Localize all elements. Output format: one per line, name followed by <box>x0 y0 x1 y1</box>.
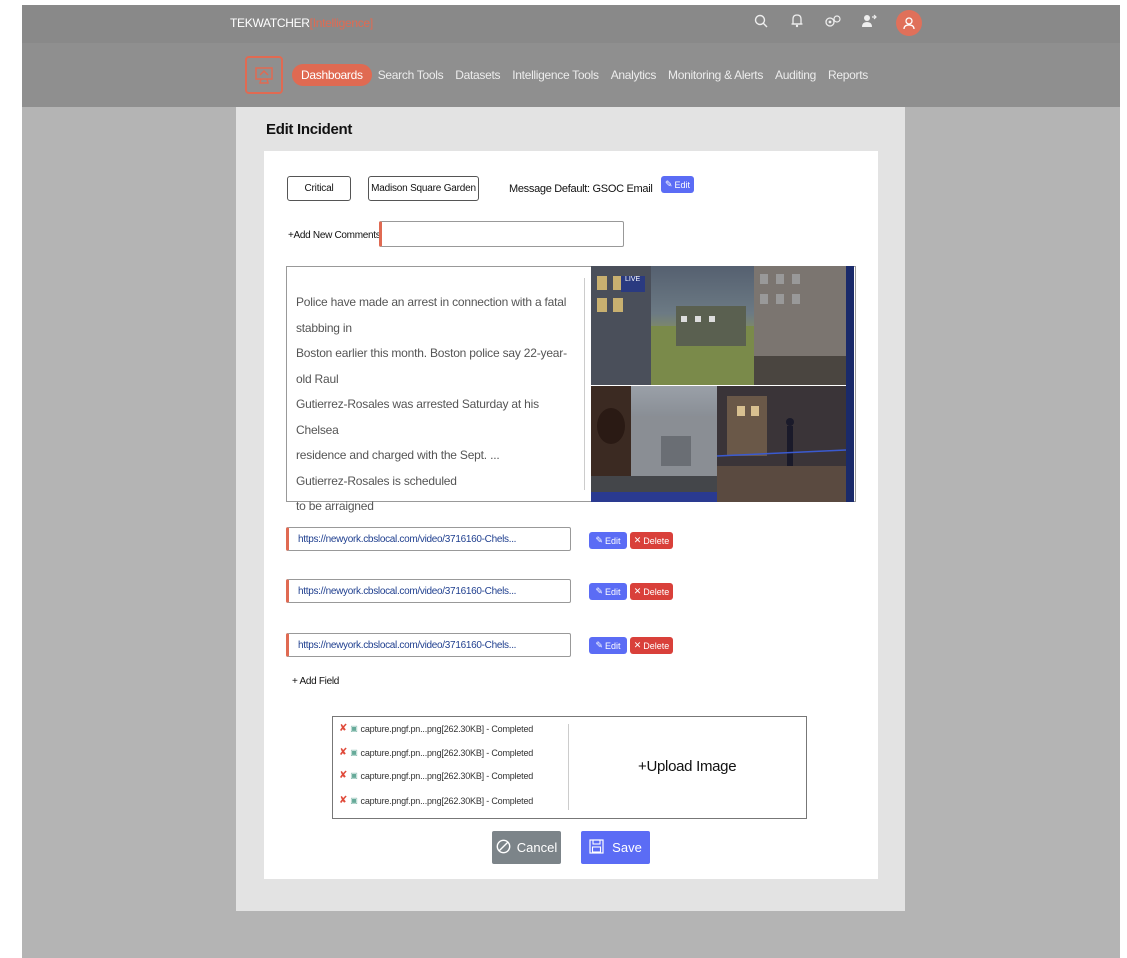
edit-label: Edit <box>605 640 621 651</box>
nav-intelligence-tools[interactable]: Intelligence Tools <box>506 65 604 85</box>
news-line: to be arraigned <box>296 499 374 513</box>
remove-file-icon[interactable]: ✘ <box>339 723 347 734</box>
link-delete-button-3[interactable]: ✕ Delete <box>630 637 673 654</box>
edit-label: Edit <box>605 586 621 597</box>
live-overlay: LIVE <box>625 276 641 283</box>
pencil-icon: ✎ <box>595 535 604 545</box>
news-line: Gutierrez-Rosales is scheduled <box>296 473 457 488</box>
image-file-icon: ▣ <box>350 771 358 780</box>
link-field-3[interactable]: https://newyork.cbslocal.com/video/37161… <box>286 633 571 657</box>
save-button[interactable]: Save <box>581 831 650 864</box>
user-avatar-icon[interactable] <box>896 10 922 36</box>
uploaded-file-row: ✘ ▣ capture.pngf.pn...png[262.30KB] - Comp… <box>339 747 533 758</box>
upload-divider <box>568 724 569 810</box>
news-thumbnail-suspect[interactable] <box>591 386 717 502</box>
news-line: residence and charged with the Sept. ... <box>296 448 500 462</box>
nav-dashboards[interactable]: Dashboards <box>292 64 372 86</box>
file-name: capture.pngf.pn...png[262.30KB] - Comple… <box>360 770 534 781</box>
add-field-link[interactable]: + Add Field <box>292 676 339 687</box>
nav-reports[interactable]: Reports <box>822 65 874 85</box>
nav-auditing[interactable]: Auditing <box>769 65 822 85</box>
uploaded-file-row: ✘ ▣ capture.pngf.pn...png[262.30KB] - Comp… <box>339 770 533 781</box>
add-field-label: Add Field <box>299 676 340 687</box>
link-edit-button-2[interactable]: ✎ Edit <box>589 583 627 600</box>
save-label: Save <box>612 840 642 855</box>
upload-image-button[interactable]: +Upload Image <box>638 758 737 775</box>
delete-label: Delete <box>643 586 670 597</box>
settings-icon[interactable] <box>824 14 842 33</box>
close-icon: ✕ <box>633 535 642 545</box>
close-icon: ✕ <box>633 640 642 650</box>
remove-file-icon[interactable]: ✘ <box>339 747 347 758</box>
news-summary-text: Police have made an arrest in connection… <box>296 290 581 520</box>
brand-name: TEKWATCHER <box>230 16 310 30</box>
news-thumbnail-street[interactable]: LIVE <box>591 266 754 385</box>
pencil-icon: ✎ <box>595 586 604 596</box>
bell-icon[interactable] <box>788 13 806 33</box>
link-delete-button-1[interactable]: ✕ Delete <box>630 532 673 549</box>
link-edit-button-1[interactable]: ✎ Edit <box>589 532 627 549</box>
add-comments-label: Add New Comments <box>293 230 381 241</box>
home-dashboard-icon[interactable] <box>245 56 283 94</box>
close-icon: ✕ <box>633 586 642 596</box>
link-field-2[interactable]: https://newyork.cbslocal.com/video/37161… <box>286 579 571 603</box>
file-name: capture.pngf.pn...png[262.30KB] - Comple… <box>360 747 534 758</box>
news-divider <box>584 278 585 490</box>
add-comments-link[interactable]: +Add New Comments <box>288 230 381 241</box>
message-default-label: Message Default: GSOC Email <box>509 183 653 195</box>
uploaded-file-row: ✘ ▣ capture.pngf.pn...png[262.30KB] - Comp… <box>339 723 533 734</box>
news-thumbnail-building[interactable] <box>754 266 846 385</box>
brand-suffix: [Intelligence] <box>309 16 373 30</box>
comment-input[interactable] <box>379 221 624 247</box>
message-edit-button[interactable]: ✎ Edit <box>661 176 694 193</box>
file-name: capture.pngf.pn...png[262.30KB] - Comple… <box>360 723 534 734</box>
search-icon[interactable] <box>752 14 770 33</box>
floppy-disk-icon <box>589 838 604 857</box>
brand-logo[interactable]: TEKWATCHER[Intelligence] <box>230 16 373 30</box>
image-file-icon: ▣ <box>350 724 358 733</box>
news-line: Boston earlier this month. Boston police… <box>296 346 567 386</box>
link-field-1[interactable]: https://newyork.cbslocal.com/video/37161… <box>286 527 571 551</box>
top-bar <box>22 5 1120 43</box>
pencil-icon: ✎ <box>595 640 604 650</box>
main-nav: Dashboards Search Tools Datasets Intelli… <box>292 64 874 86</box>
news-line: Gutierrez-Rosales was arrested Saturday … <box>296 397 539 437</box>
user-switch-icon[interactable] <box>860 14 878 33</box>
link-delete-button-2[interactable]: ✕ Delete <box>630 583 673 600</box>
page-title: Edit Incident <box>266 121 353 138</box>
nav-datasets[interactable]: Datasets <box>449 65 506 85</box>
link-edit-button-3[interactable]: ✎ Edit <box>589 637 627 654</box>
top-icons <box>752 9 922 37</box>
cancel-button[interactable]: Cancel <box>492 831 561 864</box>
nav-analytics[interactable]: Analytics <box>605 65 662 85</box>
nav-search-tools[interactable]: Search Tools <box>372 65 450 85</box>
delete-label: Delete <box>643 535 670 546</box>
pencil-icon: ✎ <box>664 179 673 189</box>
image-file-icon: ▣ <box>350 796 358 805</box>
location-button[interactable]: Madison Square Garden <box>368 176 479 201</box>
edit-label: Edit <box>674 179 691 190</box>
news-line: Police have made an arrest in connection… <box>296 295 567 335</box>
nav-monitoring-alerts[interactable]: Monitoring & Alerts <box>662 65 769 85</box>
edit-label: Edit <box>605 535 621 546</box>
file-name: capture.pngf.pn...png[262.30KB] - Comple… <box>360 795 534 806</box>
remove-file-icon[interactable]: ✘ <box>339 770 347 781</box>
image-file-icon: ▣ <box>350 748 358 757</box>
cancel-label: Cancel <box>516 840 558 855</box>
severity-button[interactable]: Critical <box>287 176 351 201</box>
cancel-icon <box>496 839 511 857</box>
delete-label: Delete <box>643 640 670 651</box>
news-thumbnail-edge <box>846 266 854 502</box>
uploaded-file-row: ✘ ▣ capture.pngf.pn...png[262.30KB] - Comp… <box>339 795 533 806</box>
remove-file-icon[interactable]: ✘ <box>339 795 347 806</box>
news-thumbnail-night[interactable] <box>717 386 846 502</box>
upload-image-label: Upload Image <box>646 758 737 775</box>
